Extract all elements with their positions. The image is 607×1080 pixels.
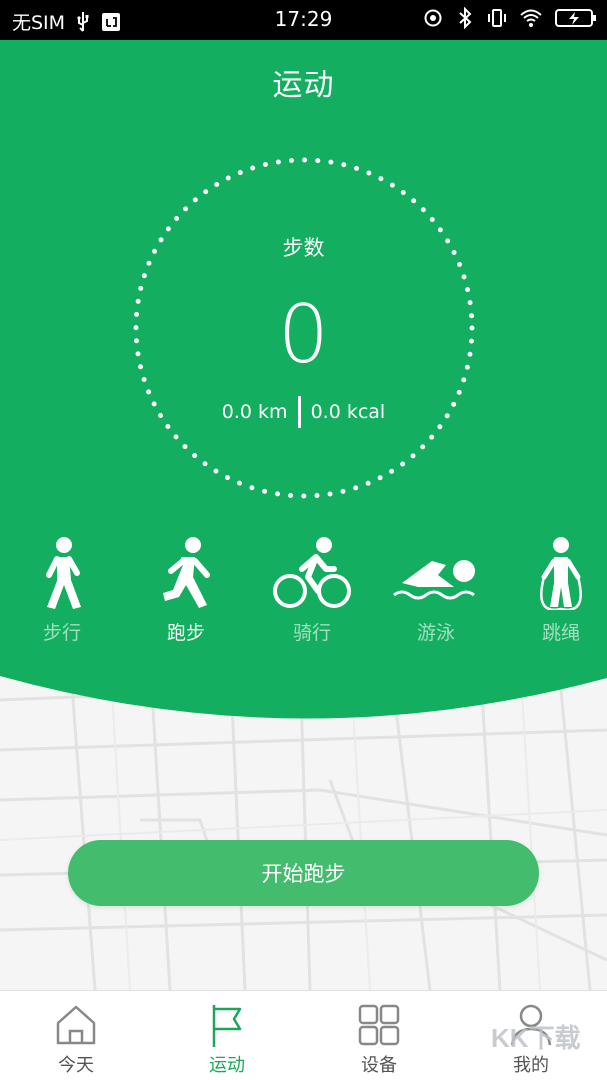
- nav-label: 运动: [209, 1055, 245, 1076]
- steps-value: 0: [278, 288, 329, 381]
- nav-item-today[interactable]: 今天: [26, 1003, 126, 1077]
- cycling-icon: [273, 537, 351, 608]
- bottom-navigation: 今天 运动 设备 我的: [0, 990, 607, 1080]
- activity-label: 游泳: [416, 622, 455, 644]
- activity-label: 跳绳: [541, 622, 580, 644]
- distance-value: 0.0 km: [221, 401, 288, 423]
- flag-icon: [212, 1005, 242, 1047]
- activity-selector: 步行 跑步 骑行 游泳 跳绳: [0, 535, 607, 650]
- grid-icon: [358, 1004, 400, 1046]
- activity-running[interactable]: 跑步: [131, 535, 241, 645]
- nav-label: 我的: [513, 1055, 549, 1076]
- activity-walking[interactable]: 步行: [7, 535, 117, 645]
- stats-row: 0.0 km 0.0 kcal: [0, 396, 607, 428]
- home-icon: [56, 1005, 96, 1045]
- vibrate-icon: [488, 9, 506, 27]
- calories-value: 0.0 kcal: [310, 401, 386, 423]
- screen: 无SIM 17:29 运动 步数 0 0.0 km 0.0 kcal 步行 跑步…: [0, 0, 607, 1080]
- activity-label: 骑行: [292, 622, 331, 644]
- nav-item-mine[interactable]: 我的: [481, 1003, 581, 1077]
- rotation-lock-icon: [424, 9, 442, 27]
- bluetooth-icon: [459, 7, 472, 29]
- page-title: 运动: [272, 68, 335, 103]
- activity-label: 步行: [42, 622, 81, 644]
- person-icon: [510, 1004, 552, 1046]
- walking-icon: [46, 537, 81, 609]
- nav-label: 设备: [361, 1055, 397, 1076]
- steps-label: 步数: [282, 236, 325, 260]
- activity-label: 跑步: [166, 622, 205, 644]
- stats-divider: [297, 396, 301, 428]
- jump-rope-icon: [540, 537, 582, 610]
- nav-label: 今天: [58, 1055, 94, 1076]
- activity-jump-rope[interactable]: 跳绳: [506, 535, 607, 645]
- activity-swimming[interactable]: 游泳: [381, 535, 491, 645]
- status-right: [423, 7, 597, 29]
- running-icon: [163, 537, 210, 608]
- wifi-icon: [520, 9, 542, 27]
- swimming-icon: [393, 560, 475, 600]
- status-bar: 无SIM 17:29: [0, 0, 607, 40]
- start-running-button[interactable]: 开始跑步: [68, 840, 539, 906]
- battery-charging-icon: [555, 9, 596, 27]
- nav-item-sport[interactable]: 运动: [177, 1003, 277, 1077]
- activity-cycling[interactable]: 骑行: [257, 535, 367, 645]
- nav-item-device[interactable]: 设备: [329, 1003, 429, 1077]
